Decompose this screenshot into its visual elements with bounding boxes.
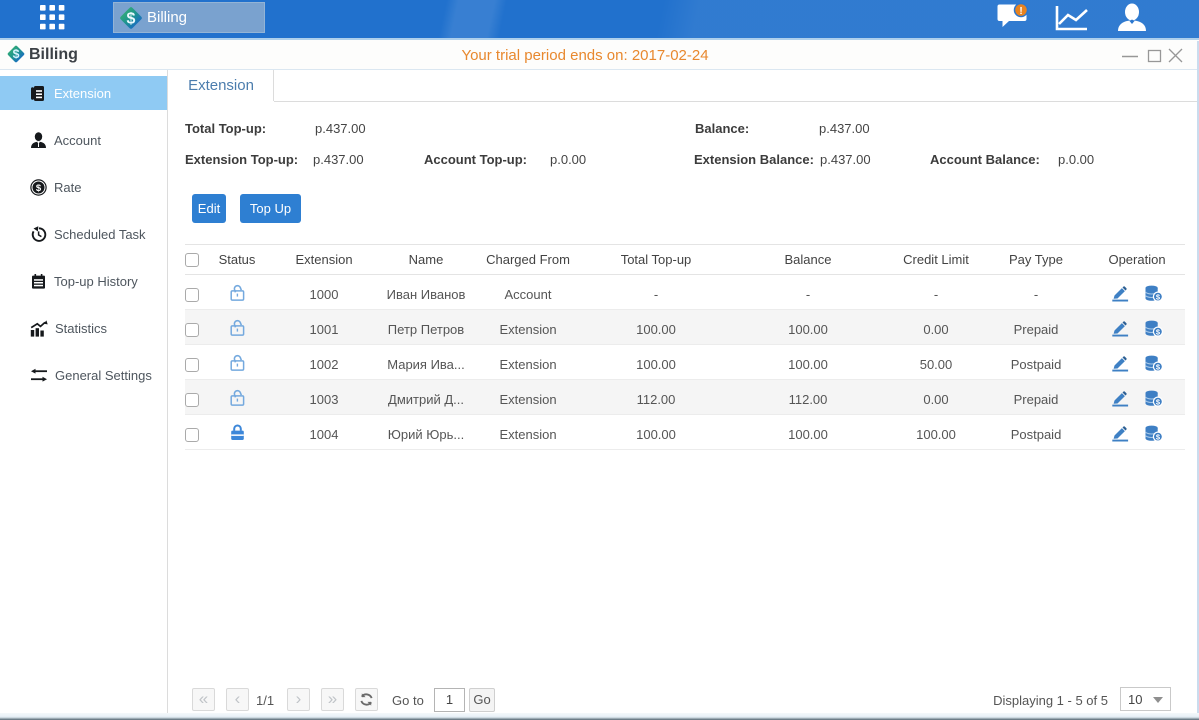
svg-text:$: $ [36, 183, 42, 194]
svg-text:$: $ [127, 10, 136, 27]
svg-text:!: ! [1019, 6, 1022, 17]
